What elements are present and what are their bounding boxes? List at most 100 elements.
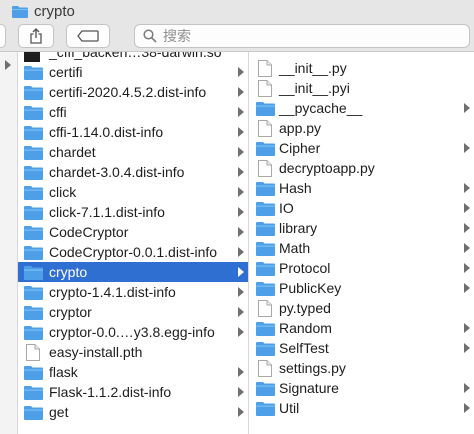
folder-item[interactable]: get — [18, 402, 248, 422]
folder-icon — [24, 366, 43, 380]
chevron-right-icon — [238, 67, 244, 77]
folder-item[interactable]: Signature — [250, 378, 474, 398]
file-item[interactable]: decryptoapp.py — [250, 158, 474, 178]
folder-item[interactable]: Math — [250, 238, 474, 258]
file-item[interactable]: app.py — [250, 118, 474, 138]
folder-item[interactable]: click-7.1.1.dist-info — [18, 202, 248, 222]
item-label: __init__.pyi — [279, 80, 350, 96]
chevron-right-icon — [464, 383, 470, 393]
search-field[interactable]: 搜索 — [134, 24, 470, 48]
chevron-right-icon — [238, 387, 244, 397]
share-icon — [30, 28, 42, 44]
folder-icon — [12, 5, 28, 18]
folder-icon — [24, 146, 43, 160]
folder-item[interactable]: IO — [250, 198, 474, 218]
folder-item[interactable]: cffi — [18, 102, 248, 122]
folder-icon — [24, 326, 43, 340]
folder-item[interactable]: cryptor — [18, 302, 248, 322]
item-label: decryptoapp.py — [279, 160, 375, 176]
chevron-right-icon — [464, 403, 470, 413]
item-label: CodeCryptor — [49, 224, 129, 240]
chevron-right-icon — [238, 187, 244, 197]
folder-item[interactable]: Protocol — [250, 258, 474, 278]
chevron-right-icon — [464, 203, 470, 213]
folder-icon — [256, 222, 275, 236]
chevron-right-icon — [238, 87, 244, 97]
document-icon — [258, 300, 272, 317]
folder-item[interactable]: Flask-1.1.2.dist-info — [18, 382, 248, 402]
folder-item[interactable]: Hash — [250, 178, 474, 198]
toolbar: 搜索 — [0, 22, 474, 52]
item-label: crypto-1.4.1.dist-info — [49, 284, 176, 300]
tags-button[interactable] — [66, 24, 110, 48]
folder-item[interactable]: CodeCryptor — [18, 222, 248, 242]
item-label: PublicKey — [279, 280, 342, 296]
folder-icon — [24, 106, 43, 120]
folder-item[interactable]: flask — [18, 362, 248, 382]
file-item[interactable]: py.typed — [250, 298, 474, 318]
binary-file-icon — [24, 52, 40, 62]
folder-item[interactable]: Cipher — [250, 138, 474, 158]
folder-icon — [24, 166, 43, 180]
folder-icon — [256, 342, 275, 356]
item-label: library — [279, 220, 318, 236]
folder-icon — [24, 126, 43, 140]
folder-item[interactable]: chardet — [18, 142, 248, 162]
item-label: Hash — [279, 180, 312, 196]
item-label: click-7.1.1.dist-info — [49, 204, 165, 220]
document-icon — [258, 120, 272, 137]
item-label: Signature — [279, 380, 339, 396]
file-item[interactable]: easy-install.pth — [18, 342, 248, 362]
file-item[interactable]: settings.py — [250, 358, 474, 378]
chevron-right-icon — [238, 107, 244, 117]
folder-item[interactable]: PublicKey — [250, 278, 474, 298]
chevron-right-icon — [238, 287, 244, 297]
folder-item[interactable]: Random — [250, 318, 474, 338]
item-label: IO — [279, 200, 294, 216]
chevron-right-icon — [238, 407, 244, 417]
chevron-right-icon — [464, 283, 470, 293]
folder-item[interactable]: Util — [250, 398, 474, 418]
item-label: settings.py — [279, 360, 346, 376]
item-label: Math — [279, 240, 311, 256]
item-label: chardet-3.0.4.dist-info — [49, 164, 185, 180]
item-label: cffi — [49, 104, 67, 120]
item-label: Protocol — [279, 260, 331, 276]
folder-icon — [24, 186, 43, 200]
item-label: click — [49, 184, 77, 200]
file-item[interactable]: __init__.py — [250, 58, 474, 78]
folder-item[interactable]: chardet-3.0.4.dist-info — [18, 162, 248, 182]
folder-item[interactable]: crypto — [18, 262, 248, 282]
column-crypto[interactable]: __init__.py __init__.pyi __pycache__ app.py… — [250, 52, 474, 434]
folder-item[interactable]: library — [250, 218, 474, 238]
column-site-packages[interactable]: _cffi_backen…38-darwin.so certifi certifi… — [18, 52, 249, 434]
folder-item[interactable]: certifi — [18, 62, 248, 82]
file-item[interactable]: __init__.pyi — [250, 78, 474, 98]
column-parent[interactable] — [0, 52, 18, 434]
item-label: cryptor — [49, 304, 92, 320]
folder-icon — [24, 226, 43, 240]
chevron-right-icon — [464, 323, 470, 333]
share-button[interactable] — [18, 24, 54, 48]
folder-item[interactable]: crypto-1.4.1.dist-info — [18, 282, 248, 302]
item-label: crypto — [49, 264, 88, 280]
chevron-right-icon — [238, 327, 244, 337]
folder-item[interactable]: __pycache__ — [250, 98, 474, 118]
item-label: Util — [279, 400, 300, 416]
folder-item[interactable]: CodeCryptor-0.0.1.dist-info — [18, 242, 248, 262]
folder-icon — [24, 406, 43, 420]
folder-item[interactable]: SelfTest — [250, 338, 474, 358]
folder-item[interactable]: click — [18, 182, 248, 202]
chevron-right-icon — [238, 207, 244, 217]
view-options-button[interactable] — [0, 24, 6, 48]
folder-icon — [256, 242, 275, 256]
chevron-right-icon — [464, 103, 470, 113]
item-label: flask — [49, 364, 78, 380]
list-item[interactable]: _cffi_backen…38-darwin.so — [18, 52, 248, 62]
folder-item[interactable]: cryptor-0.0.…y3.8.egg-info — [18, 322, 248, 342]
folder-item[interactable]: cffi-1.14.0.dist-info — [18, 122, 248, 142]
folder-item[interactable]: certifi-2020.4.5.2.dist-info — [18, 82, 248, 102]
item-label: certifi-2020.4.5.2.dist-info — [49, 84, 207, 100]
item-label: chardet — [49, 144, 96, 160]
folder-icon — [24, 266, 43, 280]
